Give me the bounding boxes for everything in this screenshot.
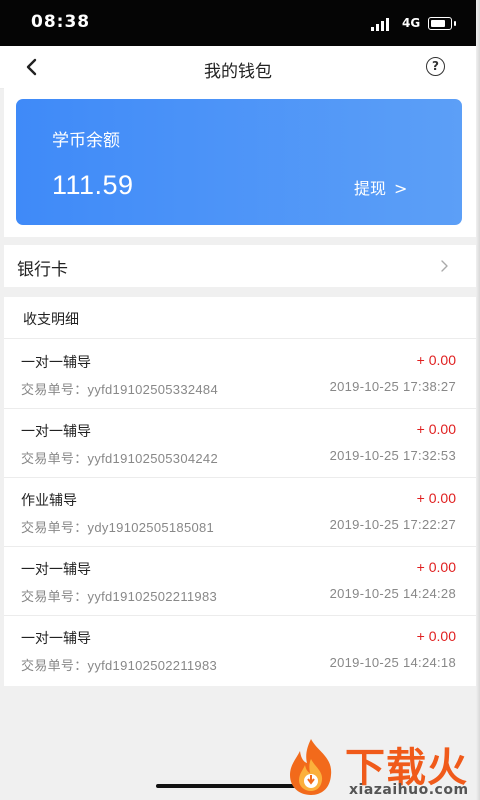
transaction-id-value: yyfd19102502211983 xyxy=(87,658,218,673)
status-time: 08:38 xyxy=(31,12,91,32)
transaction-time: 2019-10-25 17:32:53 xyxy=(329,448,456,463)
network-type: 4G xyxy=(402,16,421,30)
watermark-logo: 下载火 xiazaihuo.com xyxy=(283,735,480,800)
transaction-amount: + 0.00 xyxy=(416,421,456,437)
transaction-header: 收支明细 xyxy=(4,297,476,339)
back-arrow-icon[interactable] xyxy=(20,56,44,78)
transaction-id-value: ydy19102505185081 xyxy=(87,520,215,535)
transaction-id-label: 交易单号： xyxy=(21,451,88,466)
wallet-screen: 08:38 4G 我的钱包 ? 学币余额 111.59 提现 > 银行卡 收支明… xyxy=(0,0,480,800)
flame-logo-icon xyxy=(290,739,332,795)
transaction-id: 交易单号：yyfd19102505332484 xyxy=(21,379,218,398)
transaction-id-label: 交易单号： xyxy=(21,658,88,673)
chevron-right-icon xyxy=(440,258,449,272)
transaction-time: 2019-10-25 14:24:28 xyxy=(329,586,456,601)
transaction-id-value: yyfd19102505304242 xyxy=(87,451,218,466)
transaction-row[interactable]: 作业辅导 + 0.00 交易单号：ydy19102505185081 2019-… xyxy=(4,477,476,547)
transaction-row[interactable]: 一对一辅导 + 0.00 交易单号：yyfd19102505332484 201… xyxy=(4,339,476,409)
chevron-right-icon: > xyxy=(394,179,408,198)
transaction-time: 2019-10-25 17:38:27 xyxy=(329,379,456,394)
transaction-title: 一对一辅导 xyxy=(21,424,91,440)
signal-icon xyxy=(371,18,397,31)
transaction-amount: + 0.00 xyxy=(416,352,456,368)
status-bar: 08:38 4G xyxy=(0,0,480,46)
bank-card-label: 银行卡 xyxy=(17,260,68,280)
balance-label: 学币余额 xyxy=(52,131,120,151)
transaction-amount: + 0.00 xyxy=(416,490,456,506)
transaction-title: 作业辅导 xyxy=(21,493,77,509)
battery-icon xyxy=(428,17,456,30)
watermark-url: xiazaihuo.com xyxy=(349,782,469,798)
transaction-amount: + 0.00 xyxy=(416,628,456,644)
transaction-id: 交易单号：yyfd19102502211983 xyxy=(21,586,217,605)
transaction-title: 一对一辅导 xyxy=(21,631,91,647)
transaction-id-value: yyfd19102502211983 xyxy=(87,589,218,604)
transaction-id: 交易单号：yyfd19102502211983 xyxy=(21,655,217,674)
transaction-row[interactable]: 一对一辅导 + 0.00 交易单号：yyfd19102505304242 201… xyxy=(4,408,476,478)
transaction-row[interactable]: 一对一辅导 + 0.00 交易单号：yyfd19102502211983 201… xyxy=(4,615,476,684)
withdraw-label: 提现 xyxy=(354,179,387,198)
transaction-amount: + 0.00 xyxy=(416,559,456,575)
transaction-time: 2019-10-25 14:24:18 xyxy=(329,655,456,670)
page-title: 我的钱包 xyxy=(204,62,272,82)
transaction-title: 一对一辅导 xyxy=(21,355,91,371)
transaction-id-label: 交易单号： xyxy=(21,520,88,535)
question-mark-icon[interactable]: ? xyxy=(426,57,445,76)
bank-card-row[interactable]: 银行卡 xyxy=(4,245,476,287)
balance-amount: 111.59 xyxy=(52,170,134,200)
transaction-row[interactable]: 一对一辅导 + 0.00 交易单号：yyfd19102502211983 201… xyxy=(4,546,476,616)
transaction-id-label: 交易单号： xyxy=(21,382,88,397)
transaction-id: 交易单号：ydy19102505185081 xyxy=(21,517,214,536)
transaction-id-label: 交易单号： xyxy=(21,589,88,604)
transaction-list: 收支明细 一对一辅导 + 0.00 交易单号：yyfd1910250533248… xyxy=(4,297,476,686)
transaction-time: 2019-10-25 17:22:27 xyxy=(329,517,456,532)
transaction-id: 交易单号：yyfd19102505304242 xyxy=(21,448,218,467)
transaction-header-label: 收支明细 xyxy=(23,312,79,328)
withdraw-button[interactable]: 提现 > xyxy=(354,175,407,199)
balance-card: 学币余额 111.59 提现 > xyxy=(16,99,462,225)
nav-bar: 我的钱包 ? xyxy=(0,46,476,89)
transaction-id-value: yyfd19102505332484 xyxy=(87,382,218,397)
transaction-title: 一对一辅导 xyxy=(21,562,91,578)
